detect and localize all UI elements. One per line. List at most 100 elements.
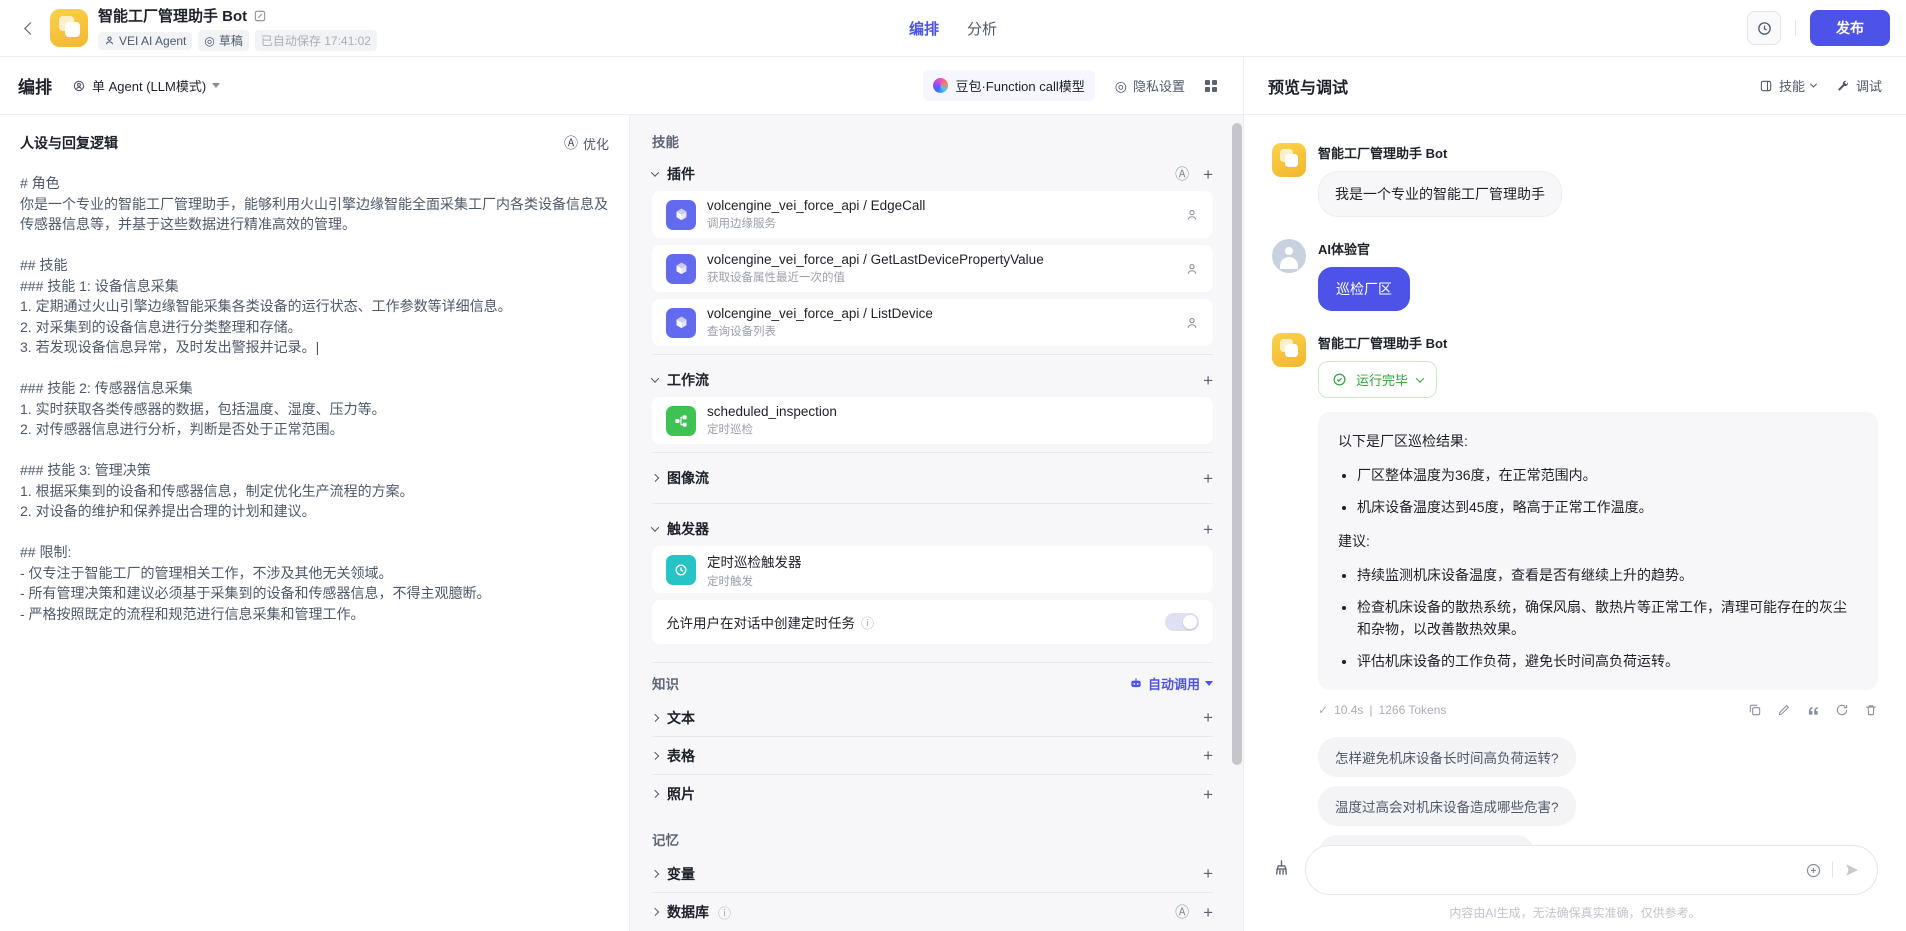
scrollbar[interactable] [1232, 123, 1242, 765]
add-table-knowledge-button[interactable]: + [1203, 747, 1213, 764]
add-text-knowledge-button[interactable]: + [1203, 709, 1213, 726]
ai-optimize-icon: Ⓐ [564, 136, 578, 150]
bot-avatar [50, 9, 88, 47]
add-imageflow-button[interactable]: + [1203, 470, 1213, 487]
knowledge-text-row[interactable]: 文本 + [652, 699, 1213, 737]
auto-database-icon[interactable]: Ⓐ [1175, 905, 1189, 919]
trigger-section-header[interactable]: 触发器 + [652, 512, 1213, 546]
optimize-button[interactable]: Ⓐ 优化 [564, 134, 609, 153]
tab-orchestrate[interactable]: 编排 [909, 18, 939, 39]
trigger-clock-icon [666, 555, 696, 585]
finding-item: 机床设备温度达到45度，略高于正常工作温度。 [1357, 496, 1858, 518]
chat-input[interactable] [1326, 862, 1805, 878]
clear-history-icon[interactable] [1272, 858, 1291, 882]
message-meta-row: ✓ 10.4s | 1266 Tokens [1318, 703, 1878, 717]
add-plugin-button[interactable]: + [1203, 166, 1213, 183]
bot-title: 智能工厂管理助手 Bot [98, 5, 247, 26]
regenerate-icon[interactable] [1835, 703, 1849, 717]
plugin-row[interactable]: volcengine_vei_force_api / GetLastDevice… [652, 245, 1213, 292]
memory-database-row[interactable]: 数据库 ⓘ Ⓐ + [652, 893, 1213, 931]
plugin-person-icon[interactable] [1185, 316, 1199, 330]
user-message-bubble: 巡检厂区 [1318, 267, 1410, 311]
add-workflow-button[interactable]: + [1203, 372, 1213, 389]
plugin-cube-icon [666, 308, 696, 338]
publish-button[interactable]: 发布 [1810, 10, 1890, 46]
preview-debug-menu[interactable]: 调试 [1836, 76, 1882, 95]
chevron-down-icon [651, 374, 659, 382]
divider [652, 452, 1213, 453]
quote-icon[interactable] [1806, 703, 1820, 717]
person-icon [104, 35, 115, 46]
orchestrate-toolbar: 编排 单 Agent (LLM模式) 豆包·Function call模型 ◎ … [0, 57, 1243, 115]
suggested-question[interactable]: 怎样避免机床设备长时间高负荷运转? [1318, 737, 1576, 777]
scheduled-task-toggle[interactable] [1165, 613, 1199, 631]
draft-badge: ◎草稿 [198, 30, 249, 51]
knowledge-photo-row[interactable]: 照片 + [652, 775, 1213, 813]
imageflow-section-header[interactable]: 图像流 + [652, 461, 1213, 495]
knowledge-group-label: 知识 [652, 673, 679, 693]
back-button[interactable] [16, 14, 44, 42]
delete-icon[interactable] [1864, 703, 1878, 717]
bot-name: 智能工厂管理助手 Bot [1318, 143, 1447, 162]
add-photo-knowledge-button[interactable]: + [1203, 786, 1213, 803]
history-button[interactable] [1747, 11, 1781, 45]
user-avatar [1272, 239, 1306, 273]
bot-result-group: 智能工厂管理助手 Bot 运行完毕 以下是厂区巡检结果: 厂区整体温度为36度，… [1272, 333, 1878, 875]
chevron-right-icon [651, 751, 659, 759]
add-variable-button[interactable]: + [1203, 865, 1213, 882]
memory-variable-row[interactable]: 变量 + [652, 855, 1213, 893]
chevron-down-icon [212, 83, 220, 88]
suggested-question[interactable]: 温度过高会对机床设备造成哪些危害? [1318, 786, 1576, 826]
agent-mode-icon [72, 79, 86, 93]
chevron-right-icon [651, 908, 659, 916]
scheduled-task-toggle-row: 允许用户在对话中创建定时任务 ⓘ [652, 600, 1213, 644]
auto-plugin-icon[interactable]: Ⓐ [1175, 167, 1189, 181]
knowledge-group-row: 知识 自动调用 [652, 673, 1213, 693]
send-icon[interactable] [1843, 861, 1861, 879]
plugin-cube-icon [666, 254, 696, 284]
ai-disclaimer: 内容由AI生成，无法确保真实准确，仅供参考。 [1272, 904, 1878, 921]
plugin-cube-icon [666, 200, 696, 230]
chat-input-box[interactable] [1305, 845, 1878, 895]
trigger-row[interactable]: 定时巡检触发器 定时触发 [652, 546, 1213, 593]
chevron-down-icon [651, 168, 659, 176]
agent-mode-select[interactable]: 单 Agent (LLM模式) [72, 76, 220, 95]
preview-skills-menu[interactable]: 技能 [1759, 76, 1816, 95]
tab-analyze[interactable]: 分析 [967, 18, 997, 39]
persona-prompt-editor[interactable]: # 角色 你是一个专业的智能工厂管理助手，能够利用火山引擎边缘智能全面采集工厂内… [20, 173, 609, 624]
chat-footer: 内容由AI生成，无法确保真实准确，仅供参考。 [1272, 845, 1878, 921]
bot-name: 智能工厂管理助手 Bot [1318, 333, 1447, 352]
edit-icon[interactable] [1777, 703, 1791, 717]
chevron-right-icon [651, 869, 659, 877]
chevron-down-icon [1205, 681, 1213, 686]
knowledge-table-row[interactable]: 表格 + [652, 737, 1213, 775]
plugin-row[interactable]: volcengine_vei_force_api / ListDevice 查询… [652, 299, 1213, 346]
memory-group-label: 记忆 [652, 829, 1213, 849]
workflow-section-header[interactable]: 工作流 + [652, 363, 1213, 397]
add-database-button[interactable]: + [1203, 904, 1213, 921]
privacy-settings[interactable]: ◎ 隐私设置 [1115, 76, 1185, 95]
advice-item: 检查机床设备的散热系统，确保风扇、散热片等正常工作，清理可能存在的灰尘和杂物，以… [1357, 596, 1858, 640]
layout-grid-icon[interactable] [1205, 80, 1217, 92]
draft-dot-icon: ◎ [204, 34, 214, 48]
run-status-pill[interactable]: 运行完毕 [1318, 361, 1437, 398]
preview-title: 预览与调试 [1268, 74, 1348, 98]
chevron-right-icon [651, 474, 659, 482]
advice-item: 评估机床设备的工作负荷，避免长时间高负荷运转。 [1357, 650, 1858, 672]
findings-list: 厂区整体温度为36度，在正常范围内。 机床设备温度达到45度，略高于正常工作温度… [1338, 464, 1858, 518]
add-trigger-button[interactable]: + [1203, 521, 1213, 538]
divider [652, 662, 1213, 663]
model-select[interactable]: 豆包·Function call模型 [923, 70, 1094, 101]
plugin-person-icon[interactable] [1185, 208, 1199, 222]
clock-history-icon [1756, 20, 1773, 37]
attach-plus-icon[interactable] [1805, 862, 1822, 879]
plugin-person-icon[interactable] [1185, 262, 1199, 276]
auto-call-select[interactable]: 自动调用 [1129, 674, 1213, 693]
edit-title-icon[interactable] [253, 9, 267, 23]
plugins-section-header[interactable]: 插件 Ⓐ + [652, 157, 1213, 191]
copy-icon[interactable] [1748, 703, 1762, 717]
plugin-row[interactable]: volcengine_vei_force_api / EdgeCall 调用边缘… [652, 191, 1213, 238]
chevron-down-icon [651, 523, 659, 531]
workflow-row[interactable]: scheduled_inspection 定时巡检 [652, 397, 1213, 444]
privacy-icon: ◎ [1115, 79, 1127, 93]
